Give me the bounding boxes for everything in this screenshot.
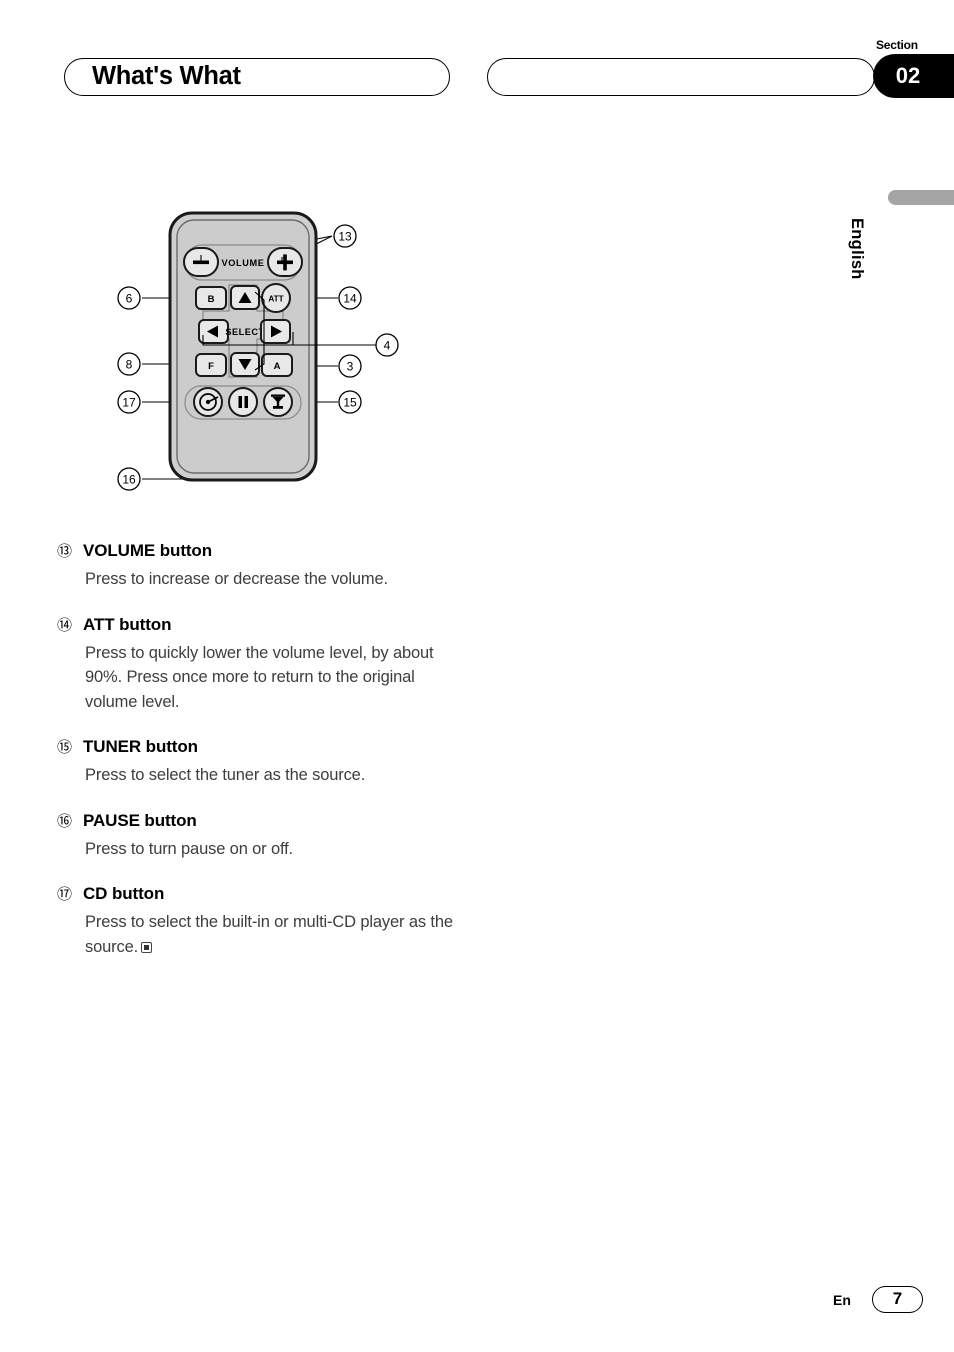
entry-header: ⑮ TUNER button xyxy=(57,736,477,759)
entry-description: Press to turn pause on or off. xyxy=(85,839,293,858)
button-audio-a[interactable]: A xyxy=(261,353,293,377)
entry-number: ⑰ xyxy=(57,886,73,903)
entry-number: ⑯ xyxy=(57,812,73,830)
svg-text:4: 4 xyxy=(384,339,391,353)
svg-text:B: B xyxy=(208,294,215,305)
side-language-label: English xyxy=(848,218,866,280)
section-label: Section xyxy=(876,38,918,52)
entry-header: ⑰ CD button xyxy=(57,883,477,906)
button-select-down[interactable] xyxy=(230,352,260,377)
callout-14: 14 xyxy=(338,286,362,310)
footer-page-number: 7 xyxy=(892,1289,903,1308)
entry-number: ⑬ xyxy=(57,543,73,560)
entry-title: CD button xyxy=(83,884,165,903)
select-label: SELECT xyxy=(225,327,264,337)
callout-6: 6 xyxy=(117,286,141,310)
entry-title: ATT button xyxy=(83,614,172,634)
callout-16: 16 xyxy=(117,467,141,491)
svg-text:15: 15 xyxy=(343,396,357,410)
entry-number: ⑮ xyxy=(57,739,73,756)
entry-volume: ⑬ VOLUME button Press to increase or dec… xyxy=(57,540,477,592)
entry-description: Press to select the tuner as the source. xyxy=(85,766,366,784)
svg-text:8: 8 xyxy=(126,358,133,372)
button-cd[interactable] xyxy=(193,387,223,417)
callout-4: 4 xyxy=(375,333,399,357)
callout-15: 15 xyxy=(338,390,362,414)
button-pause[interactable] xyxy=(228,387,258,417)
button-function-f[interactable]: F xyxy=(195,353,227,377)
entry-description: Press to quickly lower the volume level,… xyxy=(85,643,434,711)
button-tuner[interactable] xyxy=(263,387,293,417)
entry-header: ⑭ ATT button xyxy=(57,614,477,637)
button-band-b[interactable]: B xyxy=(195,286,227,310)
entry-title: PAUSE button xyxy=(83,810,197,830)
entry-header: ⑬ VOLUME button xyxy=(57,540,477,563)
entry-number: ⑭ xyxy=(57,616,73,634)
button-volume-plus[interactable] xyxy=(267,247,303,277)
button-description-list: ⑬ VOLUME button Press to increase or dec… xyxy=(57,540,477,981)
svg-text:A: A xyxy=(274,361,281,372)
section-number: 02 xyxy=(895,63,921,88)
volume-label: VOLUME xyxy=(222,258,265,268)
callout-17: 17 xyxy=(117,390,141,414)
svg-text:16: 16 xyxy=(122,473,136,487)
callout-3: 3 xyxy=(338,354,362,378)
remote-control-figure: VOLUME B ATT SELECT F A 13 6 14 8 4 3 17… xyxy=(100,200,420,510)
svg-text:3: 3 xyxy=(347,360,354,374)
page-title: What's What xyxy=(92,62,241,90)
entry-att: ⑭ ATT button Press to quickly lower the … xyxy=(57,614,477,715)
svg-text:F: F xyxy=(208,361,214,372)
svg-text:ATT: ATT xyxy=(268,295,283,304)
entry-tuner: ⑮ TUNER button Press to select the tuner… xyxy=(57,736,477,788)
callout-8: 8 xyxy=(117,352,141,376)
entry-pause: ⑯ PAUSE button Press to turn pause on or… xyxy=(57,810,477,862)
svg-text:13: 13 xyxy=(338,230,352,244)
entry-header: ⑯ PAUSE button xyxy=(57,810,477,833)
svg-text:14: 14 xyxy=(343,292,357,306)
entry-description: Press to select the built-in or multi-CD… xyxy=(85,910,465,959)
entry-title: TUNER button xyxy=(83,737,198,756)
entry-description: Press to increase or decrease the volume… xyxy=(85,570,388,588)
button-select-right[interactable] xyxy=(260,319,291,344)
button-att[interactable]: ATT xyxy=(261,283,291,313)
footer-language-code: En xyxy=(833,1292,851,1308)
svg-text:6: 6 xyxy=(126,292,133,306)
callout-13: 13 xyxy=(333,224,357,248)
section-end-marker-icon xyxy=(141,941,153,953)
button-select-up[interactable] xyxy=(230,285,260,310)
side-tab-marker xyxy=(888,190,954,205)
heading-pill-right xyxy=(487,58,875,96)
page-header: What's What Section 02 xyxy=(0,0,954,140)
entry-cd: ⑰ CD button Press to select the built-in… xyxy=(57,883,477,959)
entry-title: VOLUME button xyxy=(83,541,213,560)
svg-text:17: 17 xyxy=(122,396,136,410)
